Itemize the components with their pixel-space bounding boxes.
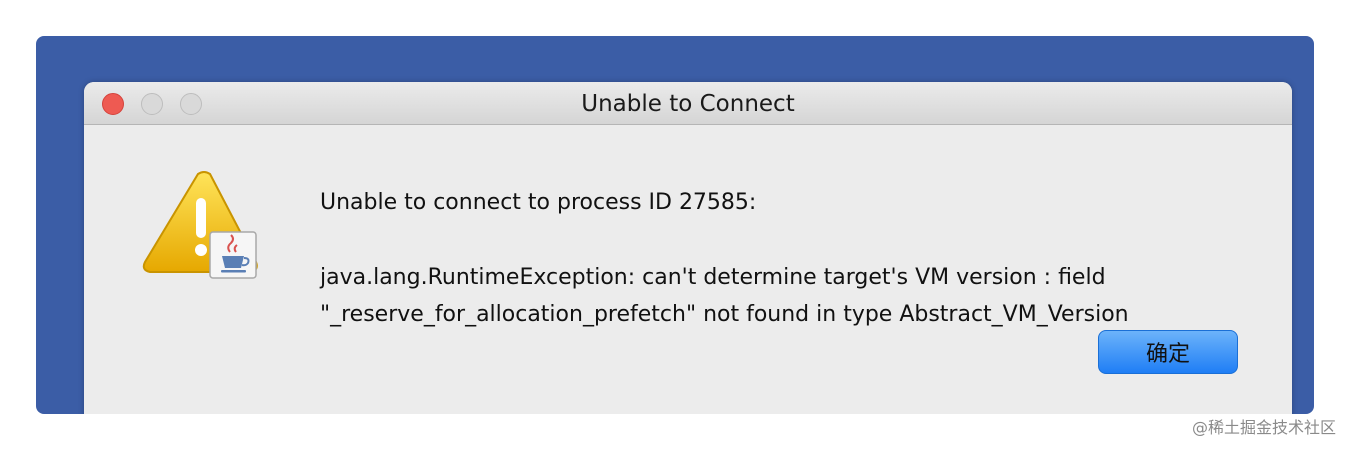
message-detail-line-2: "_reserve_for_allocation_prefetch" not f… [320,302,1129,327]
message-detail-line-1: java.lang.RuntimeException: can't determ… [320,265,1106,290]
warning-triangle-icon [142,171,258,279]
window-title: Unable to Connect [581,91,795,117]
alert-dialog: Unable to Connect Unable to connect to p… [84,82,1292,414]
watermark: @稀土掘金技术社区 [1191,418,1336,437]
java-coffee-cup-icon [209,231,257,279]
desktop-background: Unable to Connect Unable to connect to p… [36,36,1314,414]
message-heading: Unable to connect to process ID 27585: [320,190,757,215]
ok-button[interactable]: 确定 [1098,330,1238,374]
title-bar: Unable to Connect [84,82,1292,125]
